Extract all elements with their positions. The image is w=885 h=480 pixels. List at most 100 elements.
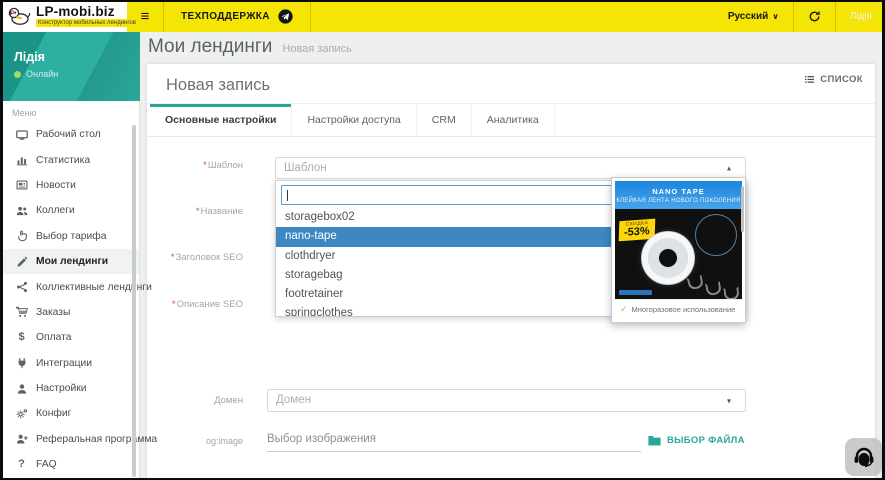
og-image-input[interactable]	[267, 426, 641, 452]
page-title: Мои лендинги	[148, 36, 273, 57]
menu-section-label: Меню	[12, 108, 37, 118]
preview-feature-text: Многоразовое использование	[631, 304, 736, 314]
sidebar-menu-item[interactable]: Коллективные лендинги	[0, 274, 152, 299]
og-image-field-label: og:image	[205, 436, 243, 446]
tape-strip	[704, 280, 723, 297]
online-status-dot	[14, 70, 21, 78]
question-icon: ?	[18, 458, 25, 471]
choose-file-label: ВЫБОР ФАЙЛА	[667, 435, 745, 446]
preview-feature-row: ✓ Многоразовое использование	[615, 299, 742, 318]
sidebar-menu-item[interactable]: ? FAQ	[0, 452, 139, 477]
hand-pointer-icon	[14, 230, 29, 242]
desktop-icon	[14, 129, 29, 141]
sidebar-menu: Рабочий стол Статистика Новости Коллеги …	[0, 122, 157, 477]
check-icon: ✓	[620, 303, 628, 314]
refresh-icon	[809, 10, 820, 21]
support-label: ТЕХПОДДЕРЖКА	[181, 10, 270, 22]
sidebar-menu-item[interactable]: Коллеги	[0, 198, 139, 223]
tab[interactable]: CRM	[417, 104, 472, 136]
preview-product-image: СКИДКА -53%	[615, 209, 742, 299]
sidebar-menu-item[interactable]: Новости	[0, 173, 139, 198]
dollar-icon: $	[18, 331, 25, 344]
preview-header: NANO TAPE КЛЕЙКАЯ ЛЕНТА НОВОГО ПОКОЛЕНИЯ	[615, 181, 742, 209]
card-title: Новая запись	[166, 76, 271, 94]
choose-file-button[interactable]: ВЫБОР ФАЙЛА	[648, 435, 745, 446]
telegram-icon	[278, 8, 293, 24]
pen-icon	[14, 256, 29, 268]
sidebar-toggle-hamburger-icon[interactable]: ≡	[127, 8, 163, 25]
topbar-divider	[309, 0, 311, 32]
topbar: LP-mobi.biz Конструктор мобильных лендин…	[0, 0, 885, 32]
sidebar: Лідія Онлайн Меню Рабочий стол Статистик…	[0, 32, 157, 480]
list-icon	[804, 74, 815, 85]
list-button-label: СПИСОК	[820, 74, 863, 85]
support-button[interactable]: ТЕХПОДДЕРЖКА	[164, 0, 310, 32]
app-window: LP-mobi.biz Конструктор мобильных лендин…	[0, 0, 885, 480]
sidebar-profile: Лідія Онлайн	[0, 32, 140, 101]
tab[interactable]: Аналитика	[472, 104, 555, 136]
breadcrumb: Новая запись	[282, 43, 352, 55]
online-status-label: Онлайн	[26, 69, 59, 79]
preview-scrollbar[interactable]	[741, 186, 744, 232]
user-plus-icon	[14, 433, 29, 445]
sidebar-menu-item[interactable]: Мои лендинги	[0, 248, 139, 275]
user-icon	[14, 383, 29, 395]
chevron-down-icon: ∨	[772, 11, 779, 21]
profile-name: Лідія	[14, 50, 45, 64]
seo-title-field-label: *Заголовок SEO	[170, 252, 243, 263]
caret-down-icon: ▾	[726, 396, 731, 405]
template-preview-popover: NANO TAPE КЛЕЙКАЯ ЛЕНТА НОВОГО ПОКОЛЕНИЯ…	[611, 177, 746, 323]
frame-edge	[0, 0, 885, 2]
template-field-label: *Шаблон	[203, 160, 243, 171]
sidebar-menu-item[interactable]: $ Оплата	[0, 325, 139, 350]
sidebar-menu-item[interactable]: Реферальная программа	[0, 427, 157, 452]
preview-subtitle: КЛЕЙКАЯ ЛЕНТА НОВОГО ПОКОЛЕНИЯ	[616, 197, 741, 204]
new-record-card: Новая запись СПИСОК Основные настройки Н…	[147, 64, 875, 480]
preview-link-bar	[619, 290, 652, 295]
share-icon	[14, 281, 29, 293]
tab[interactable]: Настройки доступа	[292, 104, 417, 136]
tape-strip	[686, 274, 705, 291]
tape-strip	[723, 286, 740, 299]
users-icon	[14, 205, 29, 217]
sidebar-menu-item[interactable]: Статистика	[0, 147, 139, 172]
topbar-username[interactable]: Лідія	[836, 11, 878, 22]
seo-desc-field-label: *Описание SEO	[171, 299, 243, 310]
sidebar-menu-item[interactable]: Выбор тарифа	[0, 224, 139, 249]
sidebar-menu-item[interactable]: Конфиг	[0, 401, 139, 426]
headset-icon	[854, 447, 873, 468]
dog-logo-icon	[8, 7, 31, 25]
cart-icon	[14, 306, 29, 318]
caret-up-icon: ▴	[726, 163, 731, 173]
domain-select-placeholder: Домен	[276, 394, 311, 406]
language-label: Русский	[727, 10, 769, 22]
sidebar-scrollbar[interactable]	[132, 125, 136, 477]
frame-edge	[0, 0, 3, 480]
template-select-placeholder: Шаблон	[284, 162, 327, 174]
chart-icon	[14, 154, 29, 166]
gears-icon	[14, 408, 29, 420]
sidebar-menu-item[interactable]: Настройки	[0, 376, 139, 401]
support-chat-fab[interactable]	[845, 438, 882, 476]
sidebar-menu-item[interactable]: Заказы	[0, 300, 139, 325]
preview-title: NANO TAPE	[652, 186, 705, 196]
domain-select[interactable]: Домен ▾	[267, 389, 746, 412]
list-button[interactable]: СПИСОК	[804, 74, 863, 85]
refresh-button[interactable]	[794, 10, 835, 23]
plug-icon	[14, 357, 29, 369]
template-select[interactable]: Шаблон ▴	[275, 157, 746, 179]
name-field-label: *Название	[195, 206, 243, 217]
brand-logo[interactable]: LP-mobi.biz Конструктор мобильных лендин…	[0, 0, 138, 32]
tab[interactable]: Основные настройки	[150, 104, 293, 136]
page-header: Мои лендинги Новая запись	[148, 36, 352, 58]
inset-circle-image	[695, 214, 737, 256]
folder-icon	[648, 435, 661, 446]
sidebar-menu-item[interactable]: Рабочий стол	[0, 122, 139, 147]
tabs: Основные настройки Настройки доступа CRM…	[147, 104, 875, 137]
brand-title: LP-mobi.biz	[36, 3, 115, 19]
language-selector[interactable]: Русский ∨	[714, 11, 793, 22]
domain-field-label: Домен	[214, 395, 243, 406]
news-icon	[14, 179, 29, 191]
sidebar-menu-item[interactable]: Интеграции	[0, 351, 139, 376]
brand-tagline: Конструктор мобильных лендингов	[36, 19, 138, 28]
